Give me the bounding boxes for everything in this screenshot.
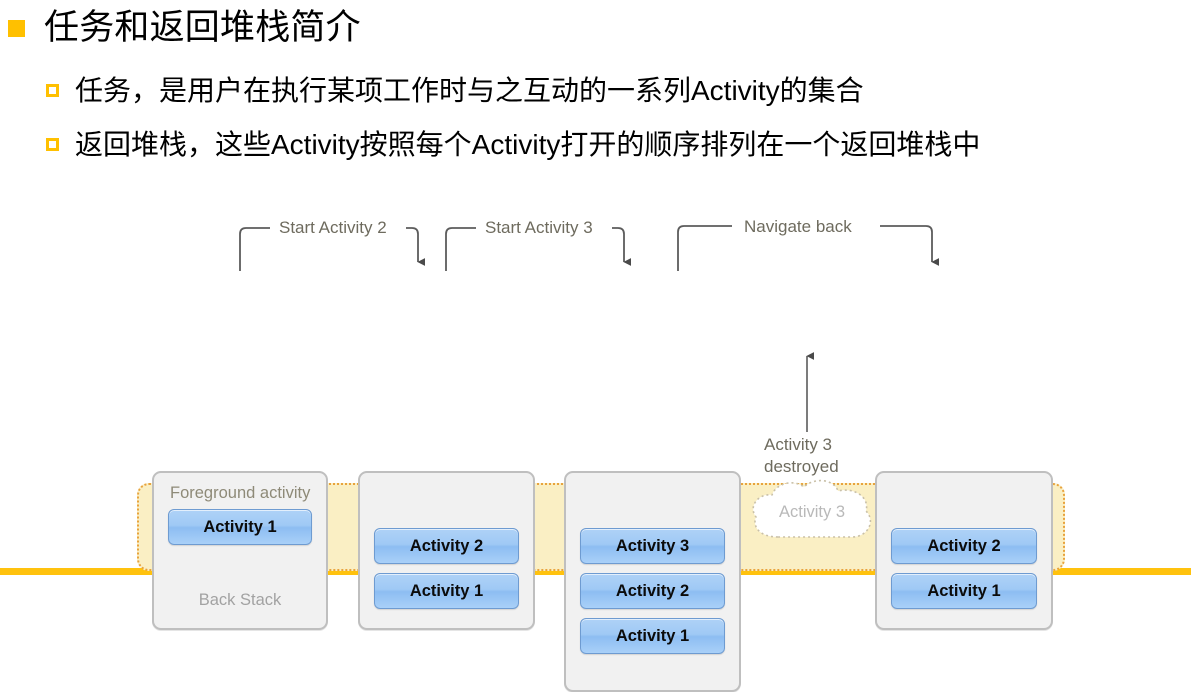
bullet-item-1: 任务，是用户在执行某项工作时与之互动的一系列Activity的集合 [46,72,864,110]
stack-1-inner: Foreground activity Activity 1 Back Stac… [154,473,326,628]
connector-start-activity-2-right [406,227,425,266]
stack-1: Foreground activity Activity 1 Back Stac… [152,471,328,630]
activity-chip: Activity 3 [580,528,725,564]
activity-chip: Activity 2 [891,528,1037,564]
activity-chip: Activity 1 [168,509,312,545]
bullet-item-2-label: 返回堆栈，这些Activity按照每个Activity打开的顺序排列在一个返回堆… [75,129,981,160]
activity-chip: Activity 2 [374,528,519,564]
stack-4: Activity 2 Activity 1 [875,471,1053,630]
activity-chip: Activity 2 [580,573,725,609]
connector-start-activity-3-left [445,227,476,271]
diagram-connectors [239,225,939,432]
label-navigate-back: Navigate back [744,217,852,236]
foreground-activity-caption: Foreground activity [170,484,311,502]
connector-navigate-back-left [677,225,732,271]
activity-chip: Activity 1 [374,573,519,609]
activity-chip: Activity 1 [580,618,725,654]
stack-2: Activity 2 Activity 1 [358,471,535,630]
stack-3-inner: Activity 3 Activity 2 Activity 1 [566,473,739,690]
page-title: 任务和返回堆栈简介 [44,8,361,47]
connector-start-activity-3-right [612,227,631,266]
cloud-label: Activity 3 [778,503,846,521]
stack-2-inner: Activity 2 Activity 1 [360,473,533,628]
stack-4-inner: Activity 2 Activity 1 [877,473,1051,628]
stack-3: Activity 3 Activity 2 Activity 1 [564,471,741,692]
label-start-activity-2: Start Activity 2 [279,218,387,237]
connector-start-activity-2-left [239,227,270,271]
destroyed-activity-cloud: Activity 3 [748,475,876,553]
activity-chip: Activity 1 [891,573,1037,609]
label-start-activity-3: Start Activity 3 [485,218,593,237]
back-stack-diagram: Foreground activity Activity 1 Back Stac… [0,200,1191,692]
stack-2-top-spacer [374,483,519,519]
stack-3-top-spacer [580,483,725,519]
slide-heading-row: 任务和返回堆栈简介 [8,6,361,50]
connector-navigate-back-right [880,225,939,266]
label-activity-3-destroyed: Activity 3 destroyed [764,435,839,476]
bullet-item-2: 返回堆栈，这些Activity按照每个Activity打开的顺序排列在一个返回堆… [46,126,980,164]
back-stack-caption: Back Stack [198,591,282,609]
square-bullet-icon [8,20,25,37]
stack-4-top-spacer [891,483,1037,519]
bullet-item-1-label: 任务，是用户在执行某项工作时与之互动的一系列Activity的集合 [75,75,864,106]
hollow-square-bullet-icon [46,138,59,151]
hollow-square-bullet-icon [46,84,59,97]
